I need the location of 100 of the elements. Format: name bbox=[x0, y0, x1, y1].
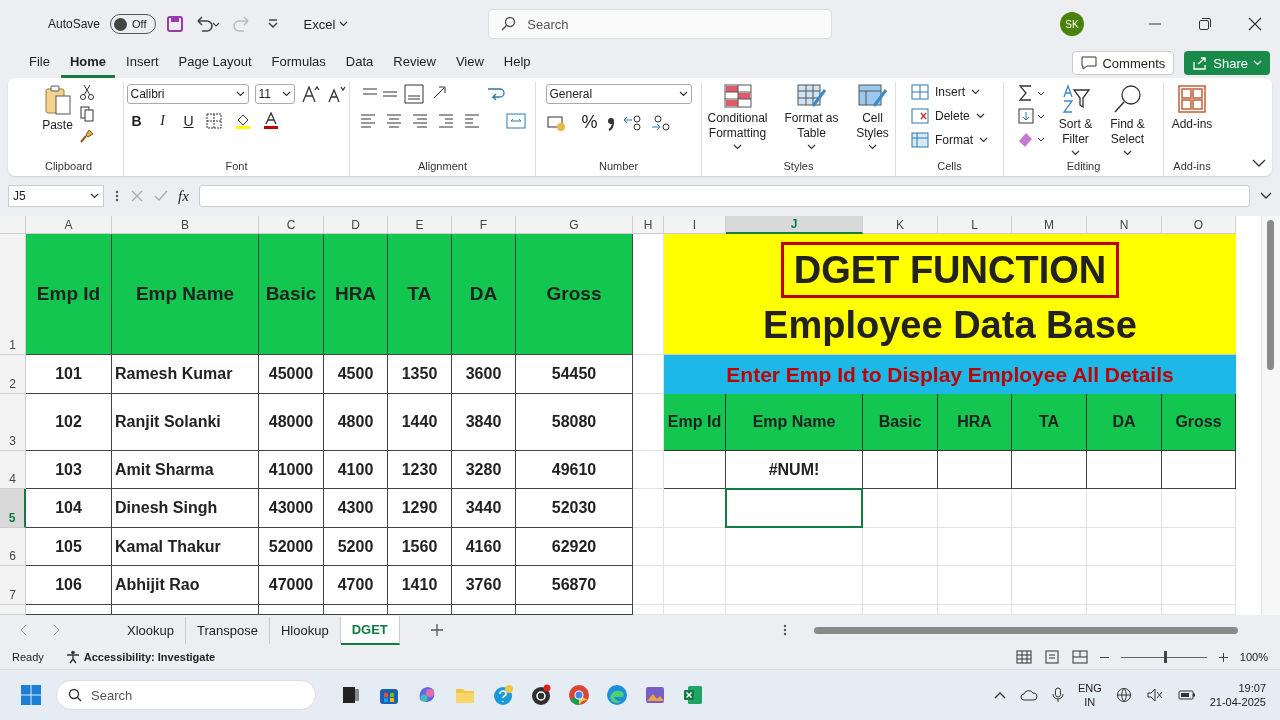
sheet-tab[interactable]: Hlookup bbox=[269, 616, 341, 644]
add-sheet-icon[interactable] bbox=[429, 623, 444, 637]
accessibility-status[interactable]: Accessibility: Investigate bbox=[65, 650, 216, 664]
check-icon[interactable] bbox=[154, 189, 168, 203]
number-format-dropdown[interactable]: General bbox=[545, 84, 692, 104]
help-icon[interactable] bbox=[492, 684, 514, 706]
row-header[interactable]: 5 bbox=[0, 489, 26, 528]
scissors-icon[interactable] bbox=[78, 84, 95, 100]
speaker-muted-icon[interactable] bbox=[1145, 687, 1164, 703]
grow-font-icon[interactable] bbox=[300, 85, 321, 103]
taskbar-search-field[interactable]: Search bbox=[56, 680, 316, 710]
language-indicator[interactable]: ENG IN bbox=[1077, 681, 1102, 709]
menu-tab[interactable]: Formulas bbox=[262, 48, 335, 78]
insert-cells-button[interactable]: Insert bbox=[911, 84, 980, 100]
sheet-cell[interactable] bbox=[938, 566, 1012, 605]
cloud-icon[interactable] bbox=[1019, 688, 1038, 702]
column-header[interactable]: A bbox=[26, 216, 112, 234]
row-header[interactable]: 7 bbox=[0, 566, 26, 605]
photos-icon[interactable] bbox=[644, 684, 666, 706]
sheet-cell[interactable] bbox=[1012, 528, 1087, 566]
sheet-cell[interactable] bbox=[1087, 528, 1162, 566]
sheet-cell[interactable] bbox=[863, 566, 938, 605]
italic-button[interactable]: I bbox=[152, 113, 173, 129]
zoom-level[interactable]: 100% bbox=[1239, 651, 1268, 663]
column-header[interactable]: F bbox=[452, 216, 516, 234]
merge-cells-icon[interactable] bbox=[504, 112, 527, 130]
column-header[interactable]: N bbox=[1087, 216, 1162, 234]
menu-tab[interactable]: Data bbox=[336, 48, 383, 78]
find-select-button[interactable]: Find & Select bbox=[1104, 84, 1151, 156]
shrink-font-icon[interactable] bbox=[326, 85, 347, 103]
sheet-cell[interactable] bbox=[664, 528, 726, 566]
sheet-cell[interactable] bbox=[664, 566, 726, 605]
menu-tab[interactable]: View bbox=[446, 48, 493, 78]
paintbrush-icon[interactable] bbox=[78, 128, 95, 144]
fill-down-icon[interactable] bbox=[1016, 107, 1047, 125]
row-header[interactable]: 2 bbox=[0, 355, 26, 394]
add-ins-button[interactable]: Add-ins bbox=[1167, 84, 1217, 132]
vertical-scrollbar[interactable] bbox=[1261, 216, 1280, 615]
share-button[interactable]: Share bbox=[1184, 51, 1270, 75]
sheet-nav-icons[interactable] bbox=[20, 624, 60, 636]
customize-icon[interactable] bbox=[265, 17, 280, 31]
paste-button[interactable]: Paste bbox=[42, 84, 73, 132]
sheet-tab[interactable]: Xlookup bbox=[116, 616, 186, 644]
bold-button[interactable]: B bbox=[126, 113, 147, 129]
comments-button[interactable]: Comments bbox=[1072, 51, 1175, 75]
chevron-up-icon[interactable] bbox=[993, 691, 1006, 699]
format-cells-button[interactable]: Format bbox=[911, 132, 988, 148]
search-field[interactable]: Search bbox=[488, 9, 833, 39]
sheet-cell[interactable] bbox=[1162, 528, 1236, 566]
underline-button[interactable]: U bbox=[178, 113, 199, 129]
column-header[interactable]: E bbox=[388, 216, 452, 234]
sheet-cell[interactable] bbox=[1087, 566, 1162, 605]
battery-icon[interactable] bbox=[1177, 688, 1196, 702]
column-header[interactable]: D bbox=[324, 216, 388, 234]
sheet-cell[interactable] bbox=[1012, 566, 1087, 605]
more-icon[interactable] bbox=[782, 623, 788, 637]
percent-button[interactable]: % bbox=[579, 112, 600, 133]
row-header[interactable]: 4 bbox=[0, 451, 26, 489]
menu-tab[interactable]: Page Layout bbox=[169, 48, 261, 78]
column-header[interactable]: I bbox=[664, 216, 726, 234]
globe-icon[interactable] bbox=[1115, 687, 1132, 703]
page-break-icon[interactable] bbox=[1071, 650, 1088, 664]
zoom-in-icon[interactable] bbox=[1218, 652, 1228, 662]
cancel-icon[interactable] bbox=[130, 189, 144, 203]
column-header[interactable]: G bbox=[516, 216, 633, 234]
delete-cells-button[interactable]: Delete bbox=[911, 108, 985, 124]
column-header[interactable]: J bbox=[726, 216, 863, 234]
sort-filter-button[interactable]: Sort & Filter bbox=[1052, 84, 1099, 156]
menu-tab[interactable]: Help bbox=[494, 48, 540, 78]
normal-view-icon[interactable] bbox=[1015, 650, 1032, 664]
restore-icon[interactable] bbox=[1198, 17, 1212, 31]
user-avatar[interactable]: SK bbox=[1060, 12, 1084, 36]
column-header[interactable]: B bbox=[112, 216, 259, 234]
column-header[interactable]: O bbox=[1162, 216, 1236, 234]
zoom-slider[interactable] bbox=[1163, 650, 1167, 663]
decrease-decimal-icon[interactable] bbox=[649, 113, 672, 132]
sheet-cell[interactable] bbox=[1162, 566, 1236, 605]
sheet-cell[interactable] bbox=[863, 528, 938, 566]
clock[interactable]: 19:07 21-04-2025 bbox=[1209, 681, 1266, 709]
spreadsheet-app-icon[interactable] bbox=[682, 684, 704, 706]
collapse-ribbon-icon[interactable] bbox=[1252, 158, 1266, 168]
menu-tab[interactable]: Review bbox=[384, 48, 445, 78]
sheet-cell[interactable] bbox=[726, 566, 863, 605]
column-header[interactable]: K bbox=[863, 216, 938, 234]
menu-tab[interactable]: Insert bbox=[117, 48, 168, 78]
more-icon[interactable] bbox=[114, 189, 120, 203]
chrome-icon[interactable] bbox=[568, 684, 590, 706]
sheet-cell[interactable] bbox=[938, 528, 1012, 566]
font-name-dropdown[interactable]: Calibri bbox=[126, 84, 249, 104]
sheet-tab[interactable]: DGET bbox=[340, 615, 400, 645]
copy-icon[interactable] bbox=[78, 106, 95, 122]
eraser-icon[interactable] bbox=[1016, 130, 1047, 148]
row-header[interactable]: 1 bbox=[0, 234, 26, 355]
close-icon[interactable] bbox=[1248, 17, 1262, 31]
microphone-icon[interactable] bbox=[1051, 687, 1064, 703]
row-header[interactable] bbox=[0, 605, 26, 615]
sheet-tab[interactable]: Transpose bbox=[186, 616, 270, 644]
formula-input[interactable] bbox=[198, 185, 1250, 207]
app-menu[interactable]: Excel bbox=[303, 16, 349, 32]
row-header[interactable]: 3 bbox=[0, 394, 26, 451]
